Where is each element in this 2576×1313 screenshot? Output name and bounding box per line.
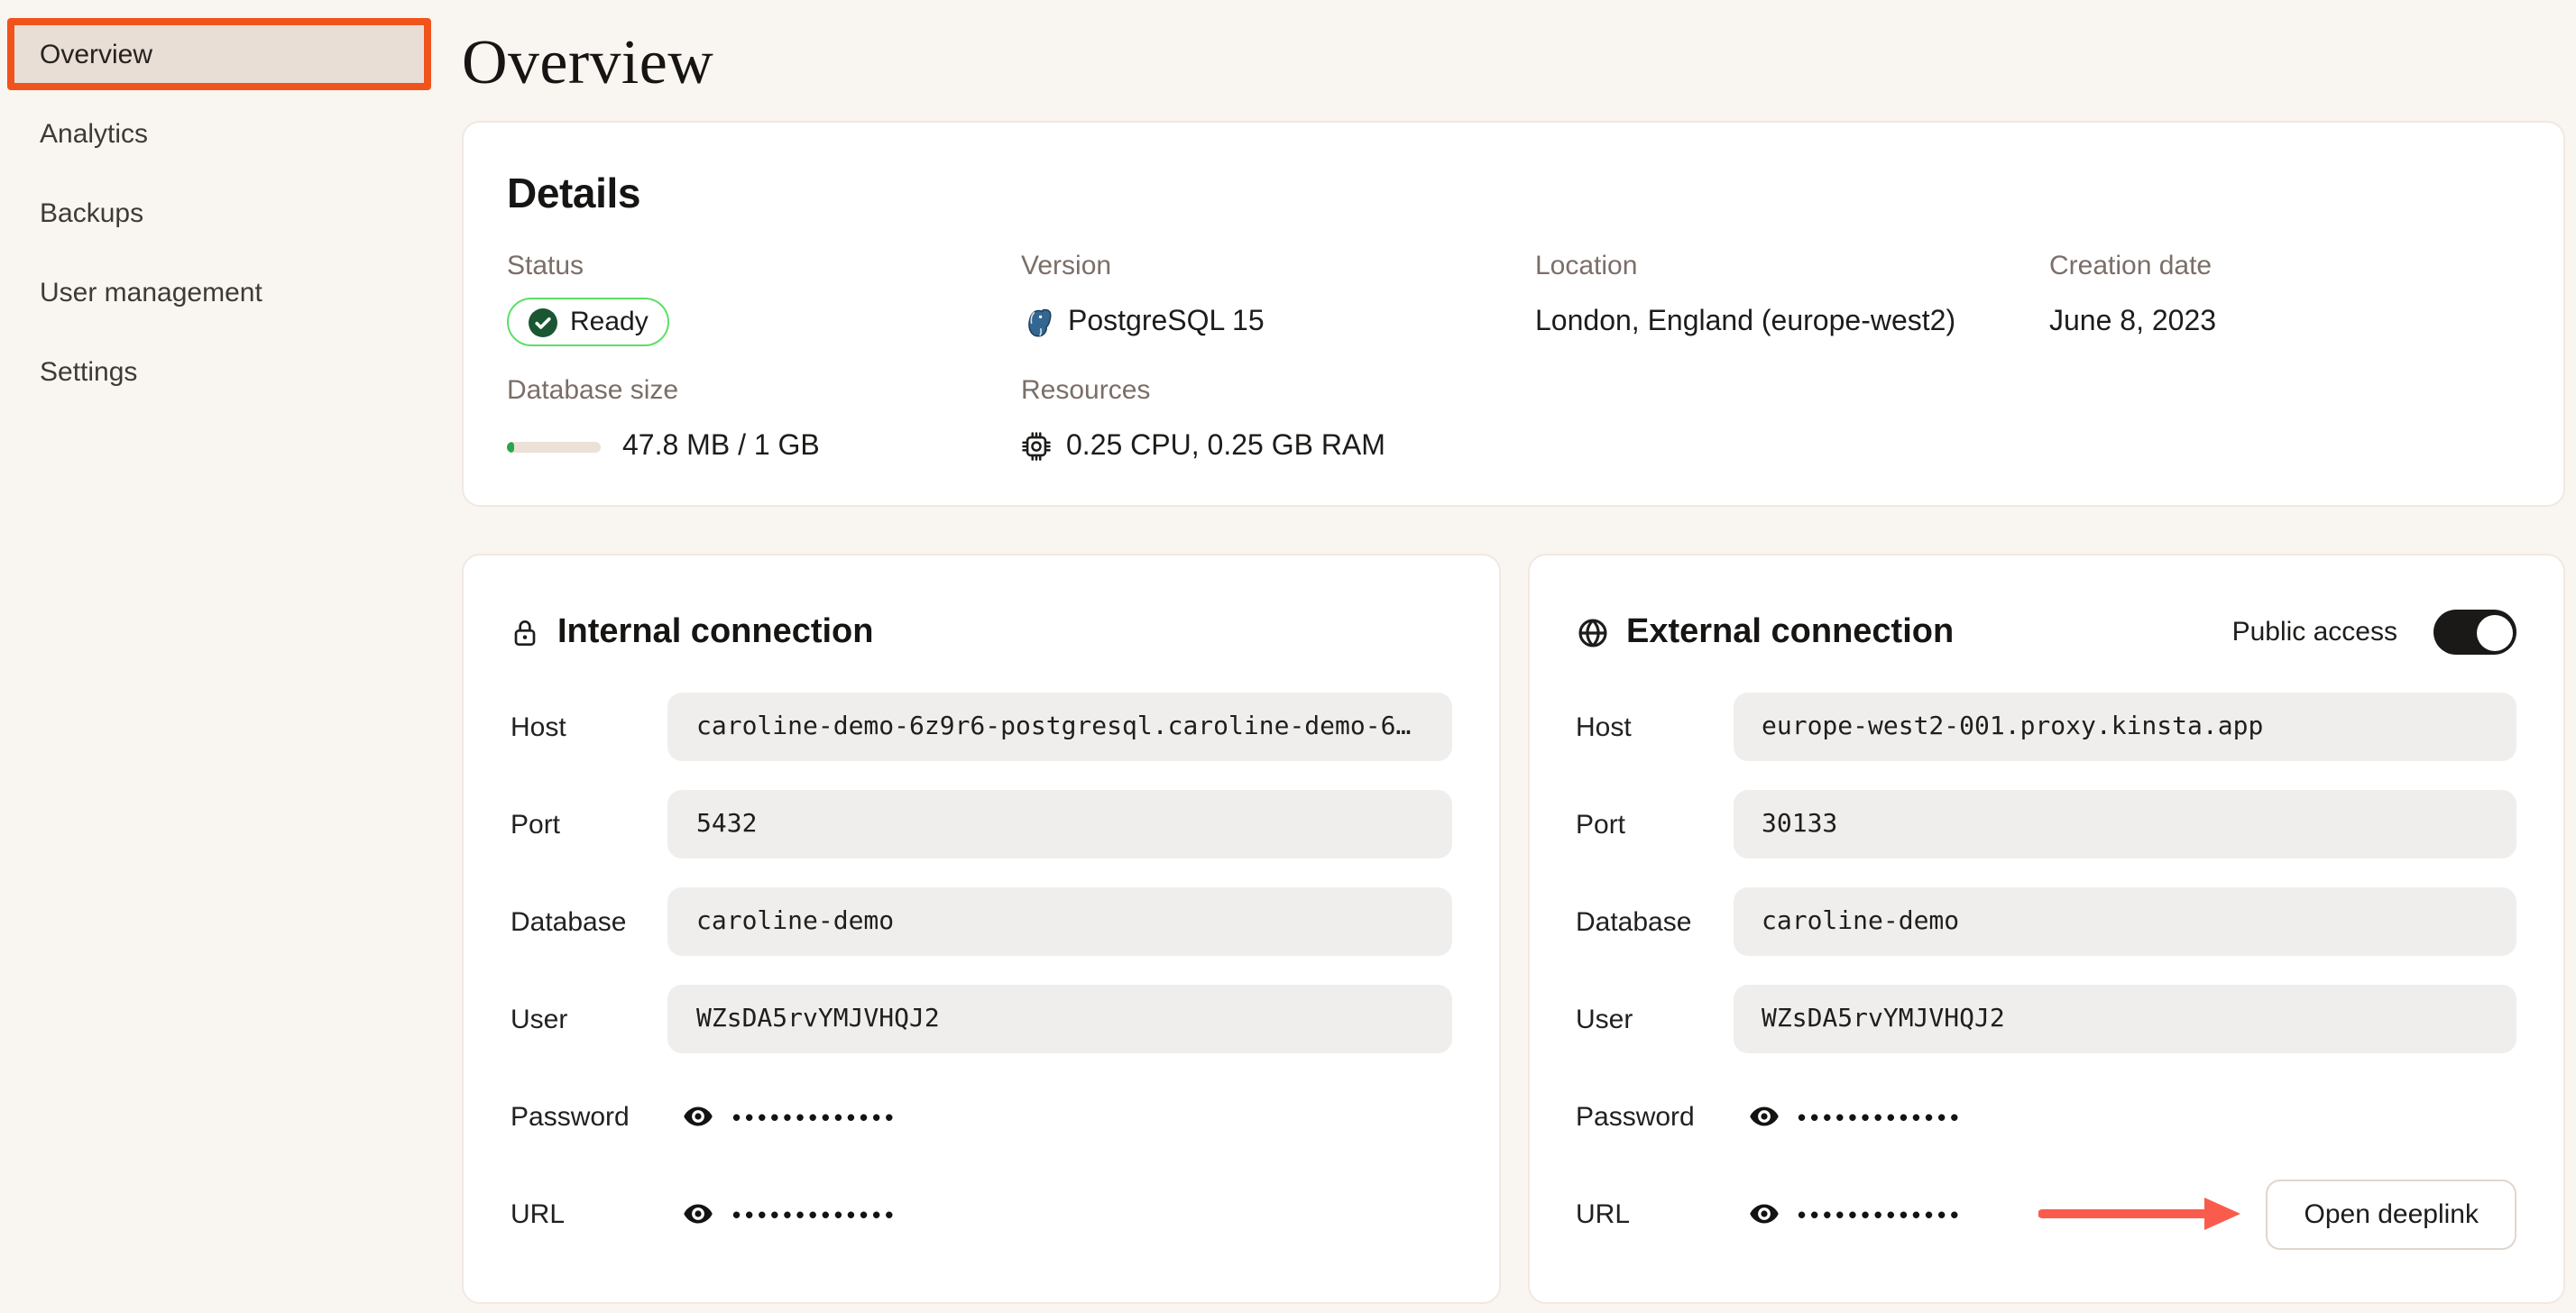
status-value: Ready (570, 307, 649, 337)
external-url-row: URL ••••••••••••• Open deeplink (1576, 1179, 2516, 1249)
page-title: Overview (462, 27, 714, 97)
public-access-toggle[interactable] (2433, 610, 2516, 655)
creation-date-label: Creation date (2049, 251, 2213, 281)
external-database-field[interactable]: caroline-demo (1733, 887, 2516, 956)
port-label: Port (511, 809, 561, 840)
sidebar-item-label: User management (40, 277, 262, 308)
internal-url-row: URL ••••••••••••• (511, 1180, 1451, 1248)
internal-database-field[interactable]: caroline-demo (667, 887, 1451, 956)
internal-connection-title: Internal connection (557, 612, 874, 650)
database-size-progress-fill (507, 441, 515, 452)
creation-date-cell: Creation date June 8, 2023 (2049, 251, 2520, 346)
eye-icon[interactable] (682, 1100, 714, 1133)
scale-wrapper: Overview Analytics Backups User manageme… (0, 0, 2576, 1313)
status-cell: Status Ready (507, 251, 1021, 346)
external-port-field[interactable]: 30133 (1733, 790, 2516, 858)
internal-port-row: Port 5432 (511, 790, 1451, 858)
sidebar-item-overview[interactable]: Overview (7, 18, 431, 90)
sidebar-item-analytics[interactable]: Analytics (0, 97, 460, 170)
eye-icon[interactable] (1747, 1100, 1780, 1133)
internal-host-row: Host caroline-demo-6z9r6-postgresql.caro… (511, 693, 1451, 761)
cpu-icon (1021, 431, 1052, 462)
database-size-progress (507, 441, 601, 452)
sidebar-item-settings[interactable]: Settings (0, 335, 460, 408)
version-cell: Version PostgreSQL 15 (1021, 251, 1535, 346)
resources-cell: Resources 0.25 CPU, 0.25 GB RAM (1021, 375, 1535, 471)
external-connection-title: External connection (1626, 612, 1955, 650)
status-label: Status (507, 251, 584, 281)
sidebar-item-label: Settings (40, 356, 138, 387)
connection-cards-row: Internal connection Host caroline-demo-6… (462, 554, 2565, 1304)
internal-user-field[interactable]: WZsDA5rvYMJVHQJ2 (667, 985, 1451, 1053)
password-label: Password (1576, 1101, 1695, 1132)
sidebar-item-backups[interactable]: Backups (0, 177, 460, 249)
external-password-row: Password ••••••••••••• (1576, 1082, 2516, 1151)
database-overview-page: Overview Analytics Backups User manageme… (0, 0, 2576, 1313)
details-grid-row-2: Database size 47.8 MB / 1 GB Resources 0… (507, 375, 2520, 471)
eye-icon[interactable] (1747, 1198, 1780, 1230)
globe-icon (1576, 616, 1608, 648)
database-size-cell: Database size 47.8 MB / 1 GB (507, 375, 1021, 471)
url-label: URL (511, 1198, 566, 1229)
public-access-label: Public access (2231, 617, 2397, 647)
location-value: London, England (europe-west2) (1535, 306, 1956, 336)
host-label: Host (511, 712, 566, 742)
external-connection-card: External connection Public access Host e… (1527, 554, 2565, 1304)
database-size-label: Database size (507, 375, 679, 406)
external-user-row: User WZsDA5rvYMJVHQJ2 (1576, 985, 2516, 1053)
status-badge: Ready (507, 298, 670, 346)
version-label: Version (1021, 251, 1112, 281)
user-label: User (1576, 1004, 1633, 1034)
details-heading: Details (507, 170, 641, 216)
sidebar-item-label: Backups (40, 197, 144, 228)
resources-value: 0.25 CPU, 0.25 GB RAM (1066, 430, 1385, 461)
location-label: Location (1535, 251, 1638, 281)
url-label: URL (1576, 1198, 1631, 1229)
port-label: Port (1576, 809, 1626, 840)
database-label: Database (1576, 906, 1692, 937)
internal-connection-card: Internal connection Host caroline-demo-6… (462, 554, 1500, 1304)
host-label: Host (1576, 712, 1632, 742)
check-circle-icon (529, 308, 557, 336)
location-cell: Location London, England (europe-west2) (1535, 251, 2049, 346)
internal-user-row: User WZsDA5rvYMJVHQJ2 (511, 985, 1451, 1053)
internal-port-field[interactable]: 5432 (667, 790, 1451, 858)
postgresql-icon (1021, 306, 1053, 338)
toggle-knob (2476, 614, 2512, 650)
password-label: Password (511, 1101, 630, 1132)
external-user-field[interactable]: WZsDA5rvYMJVHQJ2 (1733, 985, 2516, 1053)
lock-icon (511, 616, 539, 648)
masked-url-value: ••••••••••••• (732, 1200, 898, 1227)
resources-label: Resources (1021, 375, 1151, 406)
user-label: User (511, 1004, 568, 1034)
annotation-arrow-icon (2038, 1198, 2241, 1230)
external-host-field[interactable]: europe-west2-001.proxy.kinsta.app (1733, 693, 2516, 761)
details-grid-row-1: Status Ready Version PostgreSQL 15 Locat… (507, 251, 2520, 346)
internal-database-row: Database caroline-demo (511, 887, 1451, 956)
sidebar-item-user-management[interactable]: User management (0, 256, 460, 328)
external-host-row: Host europe-west2-001.proxy.kinsta.app (1576, 693, 2516, 761)
external-database-row: Database caroline-demo (1576, 887, 2516, 956)
version-value: PostgreSQL 15 (1068, 306, 1265, 336)
details-card: Details Status Ready Version PostgreSQL … (462, 121, 2565, 507)
sidebar: Overview Analytics Backups User manageme… (0, 0, 460, 1313)
masked-password-value: ••••••••••••• (732, 1103, 898, 1130)
open-deeplink-button[interactable]: Open deeplink (2266, 1179, 2516, 1249)
external-port-row: Port 30133 (1576, 790, 2516, 858)
creation-date-value: June 8, 2023 (2049, 306, 2217, 336)
internal-password-row: Password ••••••••••••• (511, 1082, 1451, 1151)
masked-url-value: ••••••••••••• (1798, 1200, 1964, 1227)
database-label: Database (511, 906, 627, 937)
sidebar-item-label: Analytics (40, 118, 149, 149)
main-content: Overview Details Status Ready Version Po… (462, 0, 2565, 1304)
internal-host-field[interactable]: caroline-demo-6z9r6-postgresql.caroline-… (667, 693, 1451, 761)
sidebar-item-label: Overview (40, 39, 153, 69)
database-size-value: 47.8 MB / 1 GB (622, 430, 820, 461)
eye-icon[interactable] (682, 1198, 714, 1230)
masked-password-value: ••••••••••••• (1798, 1103, 1964, 1130)
